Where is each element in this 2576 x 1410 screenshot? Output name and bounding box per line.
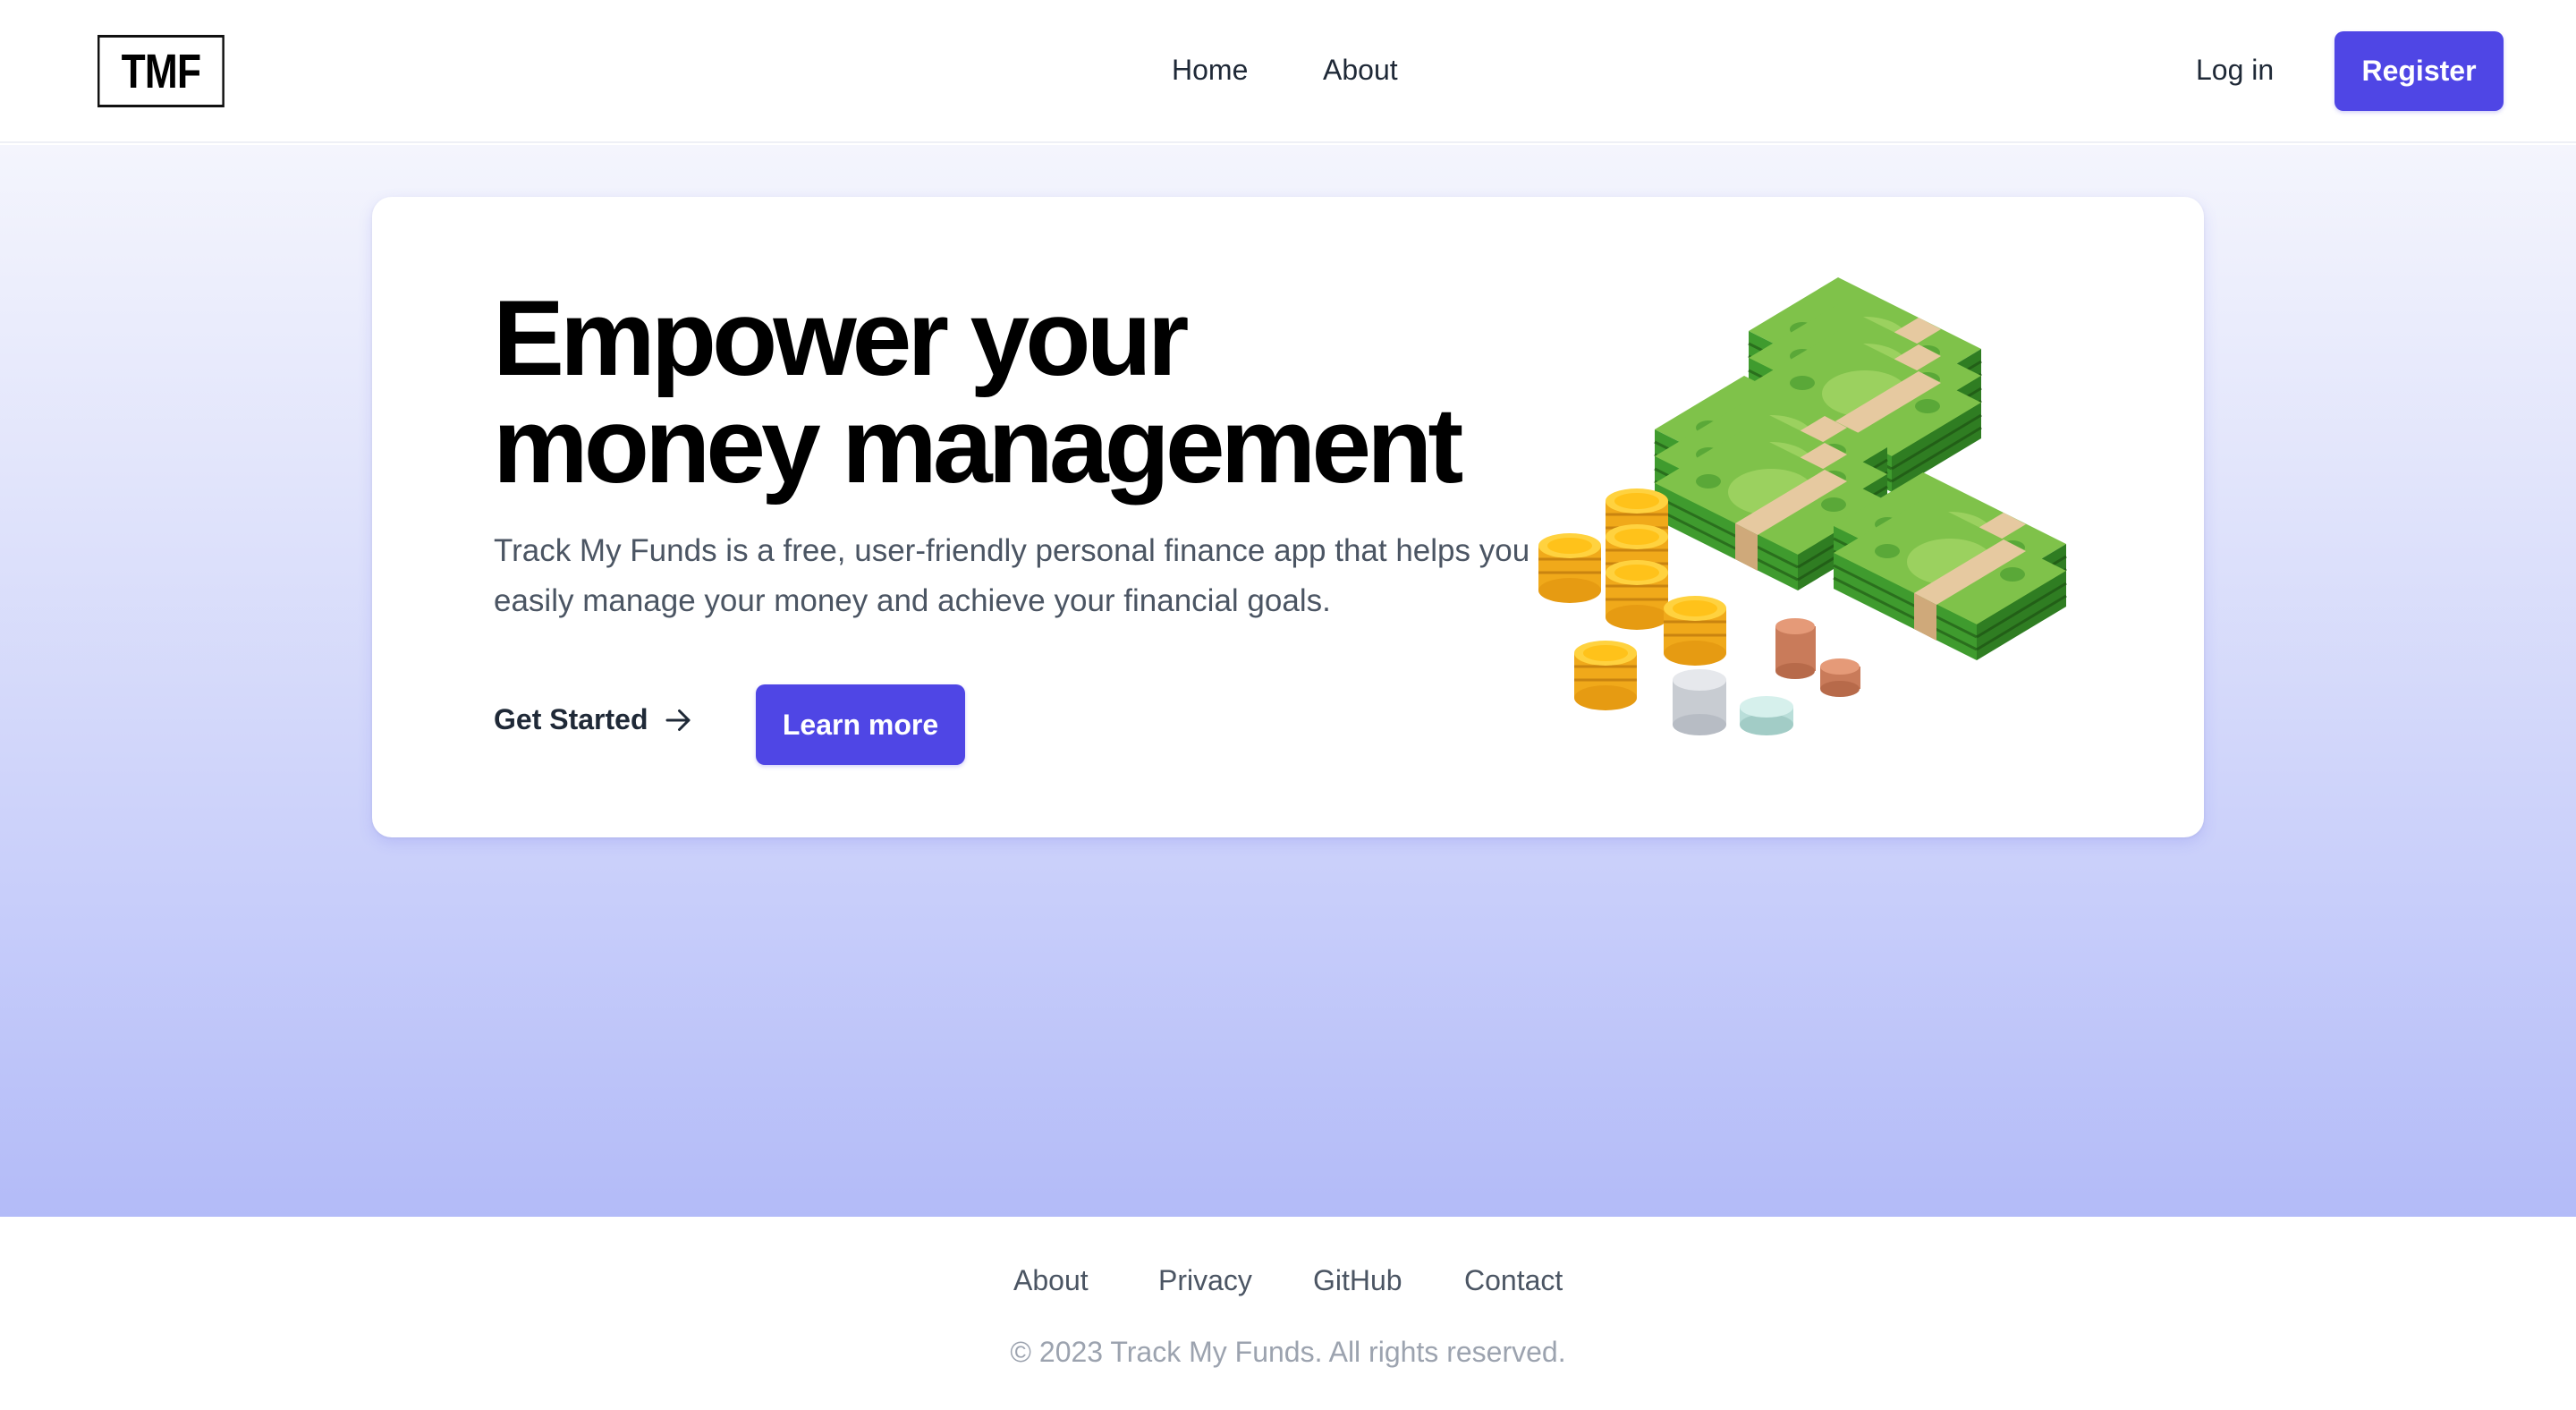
nav-about-link[interactable]: About	[1323, 54, 1398, 87]
copper-coin-stack	[1775, 618, 1860, 697]
logo[interactable]: TMF	[97, 35, 225, 107]
learn-more-button[interactable]: Learn more	[756, 684, 965, 765]
arrow-right-icon	[665, 709, 691, 731]
hero-description: Track My Funds is a free, user-friendly …	[494, 533, 1530, 618]
get-started-link[interactable]: Get Started	[494, 703, 694, 736]
money-illustration	[1538, 276, 2068, 735]
headline-line-1: Empower your	[493, 278, 1190, 398]
footer-contact-link[interactable]: Contact	[1464, 1264, 1563, 1297]
footer-about-link[interactable]: About	[1013, 1264, 1089, 1297]
top-header: TMF Home About Log in Register	[0, 0, 2576, 143]
hero-headline: Empower your money management	[493, 285, 1566, 499]
footer	[0, 1217, 2576, 1410]
silver-coin-stack	[1673, 669, 1793, 735]
copyright-text: © 2023 Track My Funds. All rights reserv…	[1010, 1336, 1566, 1368]
nav-home-link[interactable]: Home	[1172, 54, 1248, 87]
register-button[interactable]: Register	[2334, 31, 2504, 111]
footer-github-link[interactable]: GitHub	[1313, 1264, 1402, 1297]
get-started-label: Get Started	[494, 703, 648, 735]
login-link[interactable]: Log in	[2196, 54, 2274, 87]
footer-privacy-link[interactable]: Privacy	[1158, 1264, 1252, 1297]
headline-line-2: money management	[493, 386, 1463, 505]
